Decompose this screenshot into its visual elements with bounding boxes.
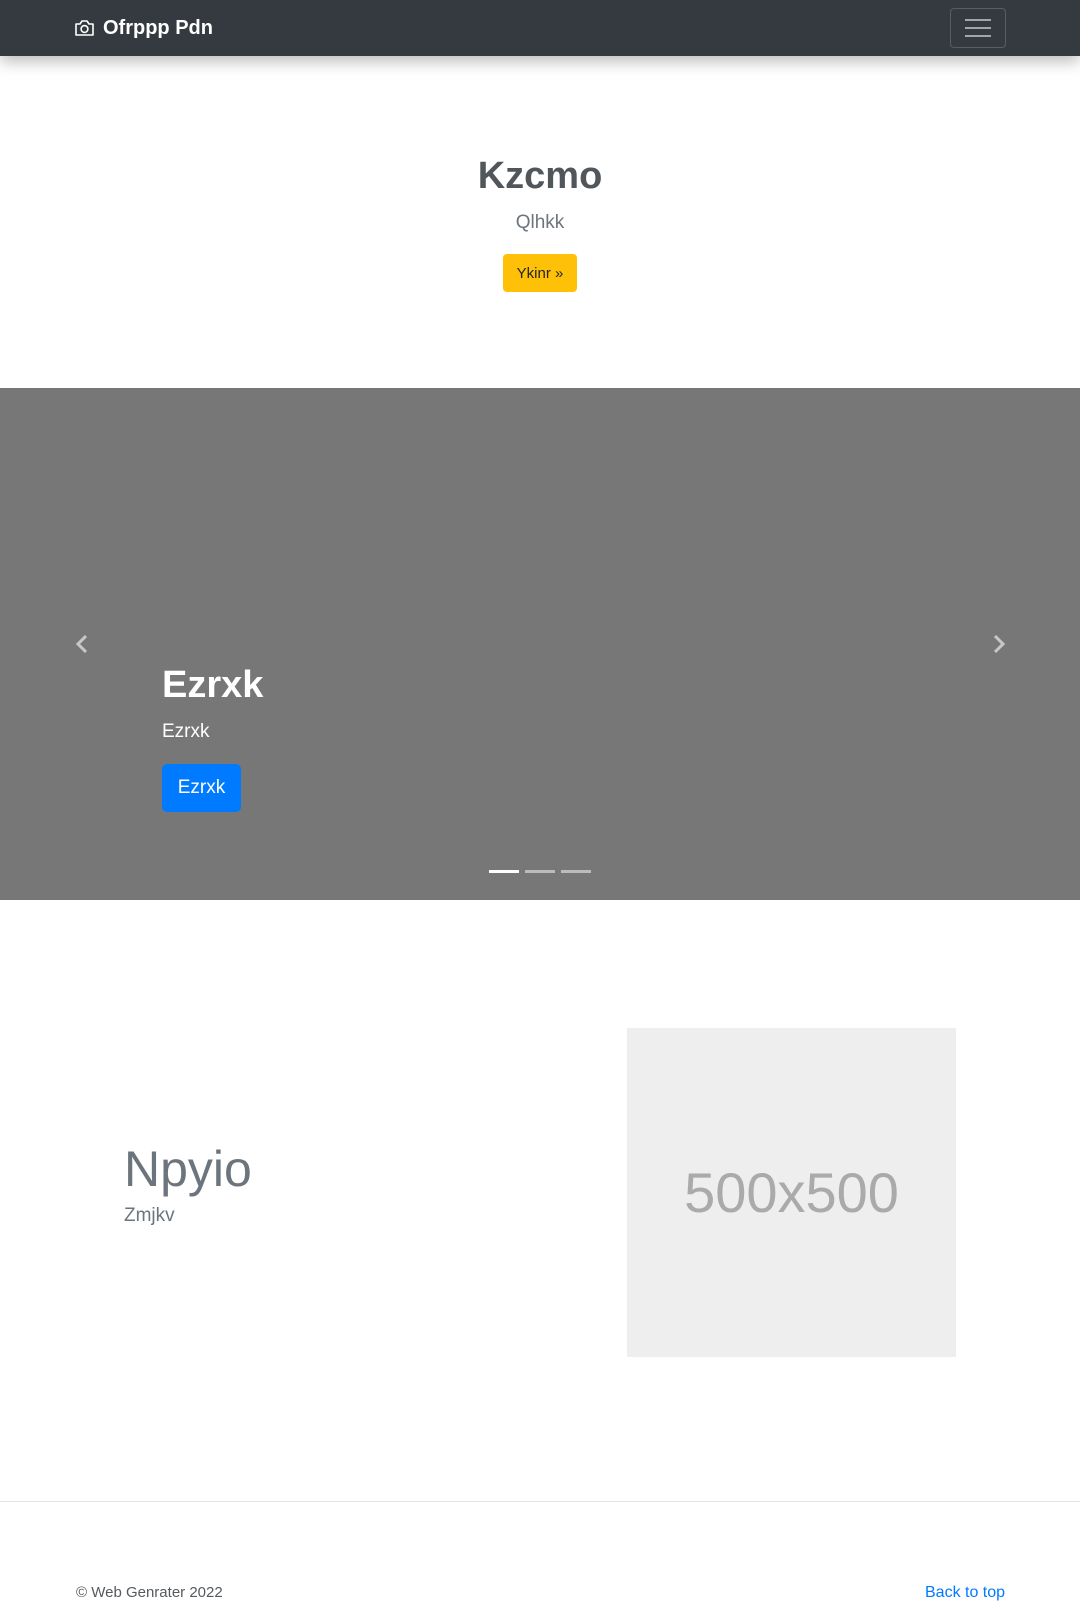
carousel-indicator-2[interactable]	[525, 870, 555, 873]
carousel-next-button[interactable]	[987, 630, 1011, 658]
chevron-left-icon	[75, 634, 88, 654]
carousel-caption-button[interactable]: Ezrxk	[162, 764, 241, 812]
back-to-top-link[interactable]: Back to top	[925, 1583, 1005, 1603]
camera-icon	[75, 20, 94, 36]
carousel-caption-title: Ezrxk	[162, 664, 264, 706]
navbar: Ofrppp Pdn	[0, 0, 1080, 56]
featurette-heading: Npyio	[124, 1141, 252, 1197]
chevron-right-icon	[993, 634, 1006, 654]
carousel-indicator-1[interactable]	[489, 870, 519, 873]
carousel-prev-button[interactable]	[70, 630, 94, 658]
navbar-toggler-button[interactable]	[950, 8, 1006, 48]
brand-name: Ofrppp Pdn	[103, 16, 213, 39]
hamburger-menu-icon	[965, 19, 991, 37]
hero-subtitle: Qlhkk	[515, 212, 565, 233]
footer-copyright: © Web Genrater 2022	[76, 1584, 223, 1601]
carousel-indicator-3[interactable]	[561, 870, 591, 873]
section-divider	[0, 1501, 1080, 1502]
hero-button[interactable]: Ykinr »	[503, 254, 577, 292]
carousel-caption-text: Ezrxk	[162, 721, 210, 742]
hero-section: Kzcmo Qlhkk Ykinr »	[0, 56, 1080, 388]
hero-title: Kzcmo	[477, 155, 603, 197]
featurette-lead: Zmjkv	[124, 1205, 175, 1226]
brand-link[interactable]: Ofrppp Pdn	[74, 14, 213, 42]
carousel: Ezrxk Ezrxk Ezrxk	[0, 388, 1080, 900]
carousel-indicators	[489, 870, 591, 873]
placeholder-image: 500x500	[627, 1028, 956, 1357]
